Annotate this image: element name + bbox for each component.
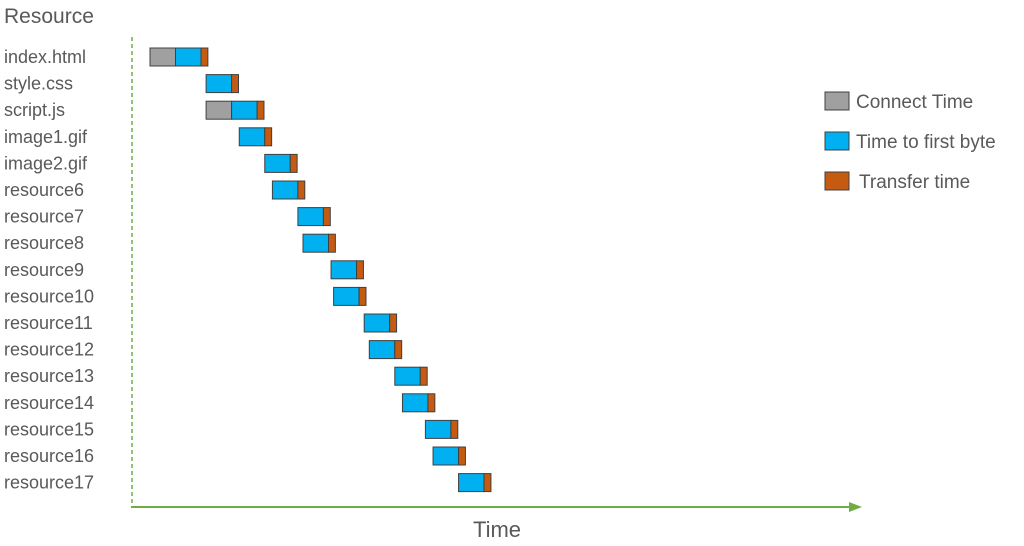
bar-transfer-time (483, 473, 492, 493)
bar-transfer-time (450, 419, 459, 439)
bar-transfer-time (200, 47, 209, 67)
y-tick-label: resource14 (4, 393, 94, 413)
bar-time-to-first-byte (302, 233, 329, 253)
y-tick-label: image2.gif (4, 153, 88, 173)
bar-time-to-first-byte (175, 47, 202, 67)
legend: Connect Time Time to first byte Transfer t… (824, 91, 996, 193)
bar-transfer-time (427, 393, 436, 413)
bar-time-to-first-byte (424, 419, 452, 439)
bar-connect-time (205, 100, 233, 120)
bar-transfer-time (231, 74, 239, 94)
y-tick-label: script.js (4, 100, 65, 120)
y-tick-label: resource15 (4, 419, 94, 439)
bar-time-to-first-byte (394, 366, 421, 386)
bar-time-to-first-byte (368, 340, 396, 360)
bar-time-to-first-byte (264, 153, 291, 173)
bar-transfer-time (297, 180, 306, 200)
legend-swatch (824, 91, 850, 111)
bar-transfer-time (328, 233, 336, 253)
y-tick-label: resource17 (4, 473, 94, 493)
bar-time-to-first-byte (401, 393, 429, 413)
y-axis-title: Resource (4, 5, 94, 28)
legend-label: Time to first byte (856, 132, 996, 153)
y-tick-label: resource7 (4, 207, 84, 227)
y-tick-label: resource12 (4, 340, 94, 360)
bar-time-to-first-byte (363, 313, 391, 333)
bar-time-to-first-byte (432, 446, 460, 466)
bar-transfer-time (264, 127, 273, 147)
y-tick-label: image1.gif (4, 127, 88, 147)
bar-transfer-time (458, 446, 466, 466)
y-tick-label: resource10 (4, 286, 94, 306)
legend-label: Connect Time (856, 92, 973, 113)
legend-swatch (824, 131, 850, 151)
bar-time-to-first-byte (458, 473, 485, 493)
bar-transfer-time (289, 153, 298, 173)
y-tick-label: style.css (4, 74, 73, 94)
y-tick-label: index.html (4, 47, 86, 67)
bar-time-to-first-byte (271, 180, 299, 200)
x-axis-title: Time (473, 517, 521, 542)
bar-transfer-time (322, 207, 331, 227)
y-tick-label: resource16 (4, 446, 94, 466)
y-tick-label: resource11 (4, 313, 93, 333)
bar-time-to-first-byte (205, 74, 233, 94)
bar-transfer-time (389, 313, 398, 333)
y-tick-labels: index.html style.css script.js image1.gif im… (4, 47, 94, 493)
bar-time-to-first-byte (330, 260, 358, 280)
y-tick-label: resource6 (4, 180, 84, 200)
bar-transfer-time (394, 340, 403, 360)
bar-transfer-time (256, 100, 265, 120)
bar-transfer-time (358, 286, 367, 306)
bar-time-to-first-byte (297, 207, 324, 227)
x-axis-arrow-icon (849, 502, 862, 512)
bar-transfer-time (419, 366, 428, 386)
legend-swatch (824, 171, 850, 191)
legend-label: Transfer time (859, 172, 970, 193)
bar-time-to-first-byte (231, 100, 258, 120)
y-tick-label: resource9 (4, 260, 84, 280)
bars (149, 47, 492, 493)
bar-connect-time (149, 47, 176, 67)
y-tick-label: resource13 (4, 366, 94, 386)
bar-time-to-first-byte (333, 286, 360, 306)
y-tick-label: resource8 (4, 233, 84, 253)
waterfall-chart: Resource index.html style.css script.js ima… (4, 5, 996, 542)
bar-time-to-first-byte (238, 127, 266, 147)
bar-transfer-time (356, 260, 364, 280)
